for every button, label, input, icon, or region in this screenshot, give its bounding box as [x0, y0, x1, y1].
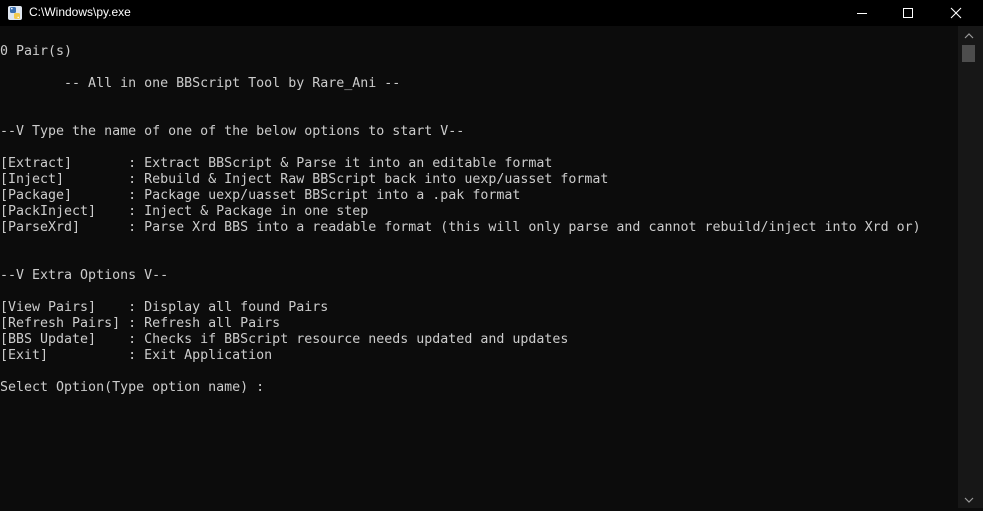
title-bar[interactable]: C:\Windows\py.exe — [0, 0, 983, 26]
option-exit: [Exit] : Exit Application — [0, 348, 273, 363]
minimize-icon — [857, 13, 867, 14]
console-output[interactable]: 0 Pair(s) -- All in one BBScript Tool by… — [0, 26, 958, 508]
pair-count: 0 Pair(s) — [0, 44, 73, 59]
scroll-thumb[interactable] — [962, 45, 975, 62]
option-packinject: [PackInject] : Inject & Package in one s… — [0, 204, 369, 219]
option-parsexrd: [ParseXrd] : Parse Xrd BBS into a readab… — [0, 220, 921, 235]
vertical-scrollbar[interactable] — [958, 26, 983, 508]
option-extract: [Extract] : Extract BBScript & Parse it … — [0, 156, 553, 171]
option-bbs-update: [BBS Update] : Checks if BBScript resour… — [0, 332, 569, 347]
close-icon — [950, 7, 962, 19]
scroll-up-arrow-icon[interactable] — [961, 29, 977, 41]
option-refresh-pairs: [Refresh Pairs] : Refresh all Pairs — [0, 316, 281, 331]
option-view-pairs: [View Pairs] : Display all found Pairs — [0, 300, 329, 315]
main-options-header: --V Type the name of one of the below op… — [0, 124, 465, 139]
scroll-down-arrow-icon[interactable] — [961, 493, 977, 505]
maximize-icon — [903, 8, 913, 18]
tool-banner: -- All in one BBScript Tool by Rare_Ani … — [0, 76, 401, 91]
window-title: C:\Windows\py.exe — [29, 5, 131, 19]
option-inject: [Inject] : Rebuild & Inject Raw BBScript… — [0, 172, 609, 187]
maximize-button[interactable] — [885, 0, 931, 26]
minimize-button[interactable] — [839, 0, 885, 26]
option-package: [Package] : Package uexp/uasset BBScript… — [0, 188, 521, 203]
extra-options-header: --V Extra Options V-- — [0, 268, 169, 283]
close-button[interactable] — [931, 0, 983, 26]
input-prompt[interactable]: Select Option(Type option name) : — [0, 380, 272, 396]
python-app-icon[interactable] — [7, 5, 23, 21]
